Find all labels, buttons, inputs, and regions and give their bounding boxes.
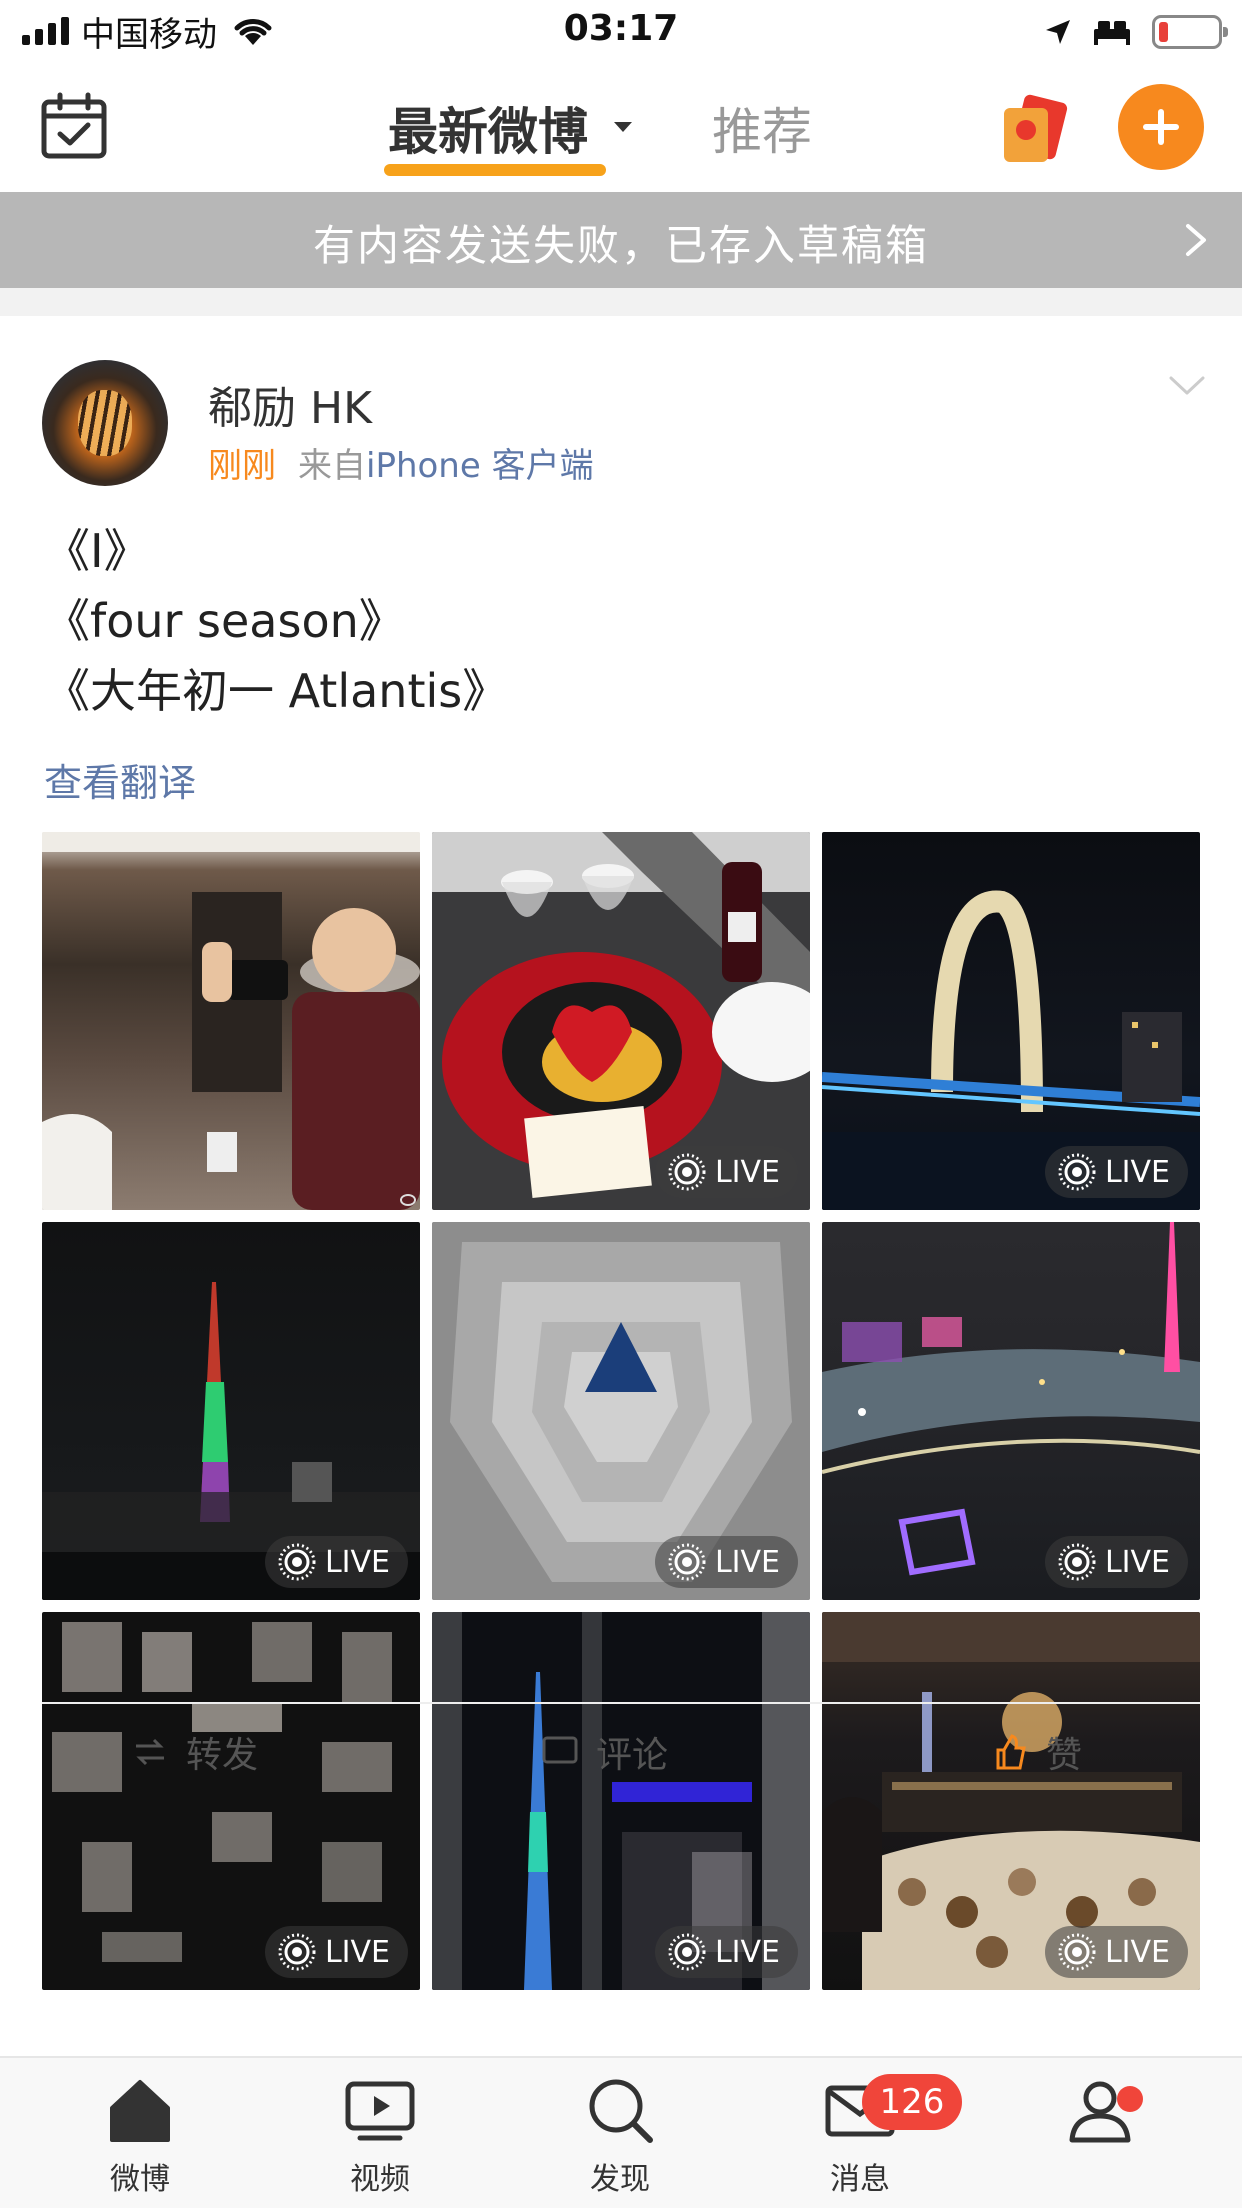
red-packet-icon[interactable] bbox=[998, 92, 1072, 166]
repost-button[interactable]: 转发 bbox=[130, 1726, 258, 1778]
post-meta: 刚刚 来自iPhone 客户端 bbox=[208, 438, 594, 487]
photo-liede-bridge-night[interactable]: LIVE bbox=[822, 832, 1200, 1210]
bed-icon bbox=[1094, 21, 1130, 45]
chevron-down-icon[interactable] bbox=[1168, 374, 1206, 398]
live-photo-icon bbox=[1058, 1543, 1096, 1581]
repost-icon bbox=[136, 1738, 164, 1766]
banner-text: 有内容发送失败，已存入草稿箱 bbox=[312, 221, 929, 270]
source-client[interactable]: iPhone 客户端 bbox=[366, 446, 594, 486]
photo-lit-wall-panels[interactable]: LIVE bbox=[42, 1612, 420, 1990]
live-label: LIVE bbox=[714, 1154, 780, 1190]
live-photo-badge: LIVE bbox=[1044, 1536, 1188, 1588]
post-card: 郗励 HK 刚刚 来自iPhone 客户端 《I》 《four season》 《… bbox=[0, 316, 1242, 2056]
photo-anniversary-dessert[interactable]: LIVE bbox=[432, 832, 810, 1210]
home-icon bbox=[110, 2080, 170, 2142]
tab-profile[interactable] bbox=[1020, 2074, 1180, 2204]
comment-button[interactable]: 评论 bbox=[540, 1726, 668, 1778]
live-label: LIVE bbox=[324, 1934, 390, 1970]
location-arrow-icon bbox=[1046, 20, 1070, 44]
chevron-right-icon bbox=[1186, 224, 1206, 256]
video-play-icon bbox=[345, 2081, 415, 2141]
comment-label: 评论 bbox=[596, 1735, 669, 1776]
tab-discover[interactable]: 发现 bbox=[540, 2074, 700, 2204]
translate-link[interactable]: 查看翻译 bbox=[44, 752, 196, 807]
live-label: LIVE bbox=[1104, 1544, 1170, 1580]
post-line: 《大年初一 Atlantis》 bbox=[44, 664, 509, 718]
live-photo-badge: LIVE bbox=[264, 1926, 408, 1978]
live-photo-icon bbox=[1058, 1933, 1096, 1971]
live-photo-badge: LIVE bbox=[264, 1536, 408, 1588]
photo-pearl-river-aerial[interactable]: LIVE bbox=[822, 1222, 1200, 1600]
live-photo-icon bbox=[668, 1543, 706, 1581]
tab-label-weibo: 微博 bbox=[110, 2162, 170, 2197]
like-label: 赞 bbox=[1046, 1735, 1083, 1776]
photo-canton-tower-window[interactable]: LIVE bbox=[432, 1612, 810, 1990]
live-photo-icon bbox=[668, 1153, 706, 1191]
calendar-check-icon[interactable] bbox=[40, 92, 108, 160]
like-button[interactable]: 赞 bbox=[990, 1726, 1082, 1778]
profile-notification-dot bbox=[1117, 2086, 1143, 2112]
compose-plus-button[interactable] bbox=[1118, 84, 1204, 170]
like-icon bbox=[996, 1734, 1026, 1770]
repost-label: 转发 bbox=[186, 1735, 259, 1776]
photo-grid: LIVE LIVE LIVE LIVE LIVE LIVE LIVE LIVE bbox=[42, 832, 1200, 1992]
live-photo-badge: LIVE bbox=[654, 1536, 798, 1588]
tab-weibo-home[interactable]: 微博 bbox=[60, 2074, 220, 2204]
live-label: LIVE bbox=[1104, 1154, 1170, 1190]
live-label: LIVE bbox=[1104, 1934, 1170, 1970]
live-label: LIVE bbox=[714, 1934, 780, 1970]
tab-label-video: 视频 bbox=[350, 2162, 410, 2197]
live-photo-icon bbox=[1058, 1153, 1096, 1191]
action-divider bbox=[42, 1702, 1200, 1704]
weibo-feed-screen: 中国移动 03:17 最新微博 推荐 有内容发送失败，已存入草稿箱 郗励 HK … bbox=[0, 0, 1242, 2208]
photo-agate-bar[interactable]: LIVE bbox=[822, 1612, 1200, 1990]
post-time: 刚刚 bbox=[208, 446, 276, 486]
tab-label-messages: 消息 bbox=[830, 2162, 890, 2197]
avatar[interactable] bbox=[42, 360, 168, 486]
status-bar: 中国移动 03:17 bbox=[0, 0, 1242, 62]
post-actions: 转发 评论 赞 bbox=[0, 1726, 1242, 1786]
photo-canton-tower-night[interactable]: LIVE bbox=[42, 1222, 420, 1600]
source-prefix: 来自 bbox=[298, 446, 366, 486]
username[interactable]: 郗励 HK bbox=[208, 372, 372, 436]
live-photo-badge: LIVE bbox=[654, 1926, 798, 1978]
active-tab-underline bbox=[384, 164, 606, 176]
tab-recommended[interactable]: 推荐 bbox=[712, 92, 812, 164]
search-icon bbox=[589, 2079, 653, 2143]
plus-icon bbox=[1143, 109, 1179, 145]
live-photo-icon bbox=[278, 1933, 316, 1971]
live-photo-badge: LIVE bbox=[1044, 1926, 1188, 1978]
live-photo-icon bbox=[668, 1933, 706, 1971]
comment-icon bbox=[542, 1736, 578, 1764]
live-label: LIVE bbox=[714, 1544, 780, 1580]
bottom-tab-bar: 微博 视频 发现 消息 bbox=[0, 2056, 1242, 2208]
live-photo-badge: LIVE bbox=[654, 1146, 798, 1198]
post-text: 《I》 《four season》 《大年初一 Atlantis》 bbox=[44, 516, 508, 726]
live-photo-badge: LIVE bbox=[1044, 1146, 1188, 1198]
live-label: LIVE bbox=[324, 1544, 390, 1580]
battery-icon bbox=[1152, 15, 1228, 49]
photo-selfie-mirror[interactable] bbox=[42, 832, 420, 1210]
tab-video[interactable]: 视频 bbox=[300, 2074, 460, 2204]
tab-latest[interactable]: 最新微博 bbox=[388, 92, 588, 164]
live-photo-icon bbox=[278, 1543, 316, 1581]
selfie-illustration bbox=[42, 832, 420, 1210]
top-nav-bar: 最新微博 推荐 bbox=[0, 62, 1242, 192]
draft-failed-banner[interactable]: 有内容发送失败，已存入草稿箱 bbox=[0, 192, 1242, 288]
weibo-watermark-icon bbox=[400, 1194, 416, 1206]
tab-label-discover: 发现 bbox=[590, 2162, 650, 2197]
post-line: 《I》 bbox=[44, 524, 150, 578]
post-line: 《four season》 bbox=[44, 594, 405, 648]
photo-atrium-spiral[interactable]: LIVE bbox=[432, 1222, 810, 1600]
message-count-badge: 126 bbox=[862, 2074, 962, 2130]
caret-down-icon[interactable] bbox=[614, 122, 632, 132]
